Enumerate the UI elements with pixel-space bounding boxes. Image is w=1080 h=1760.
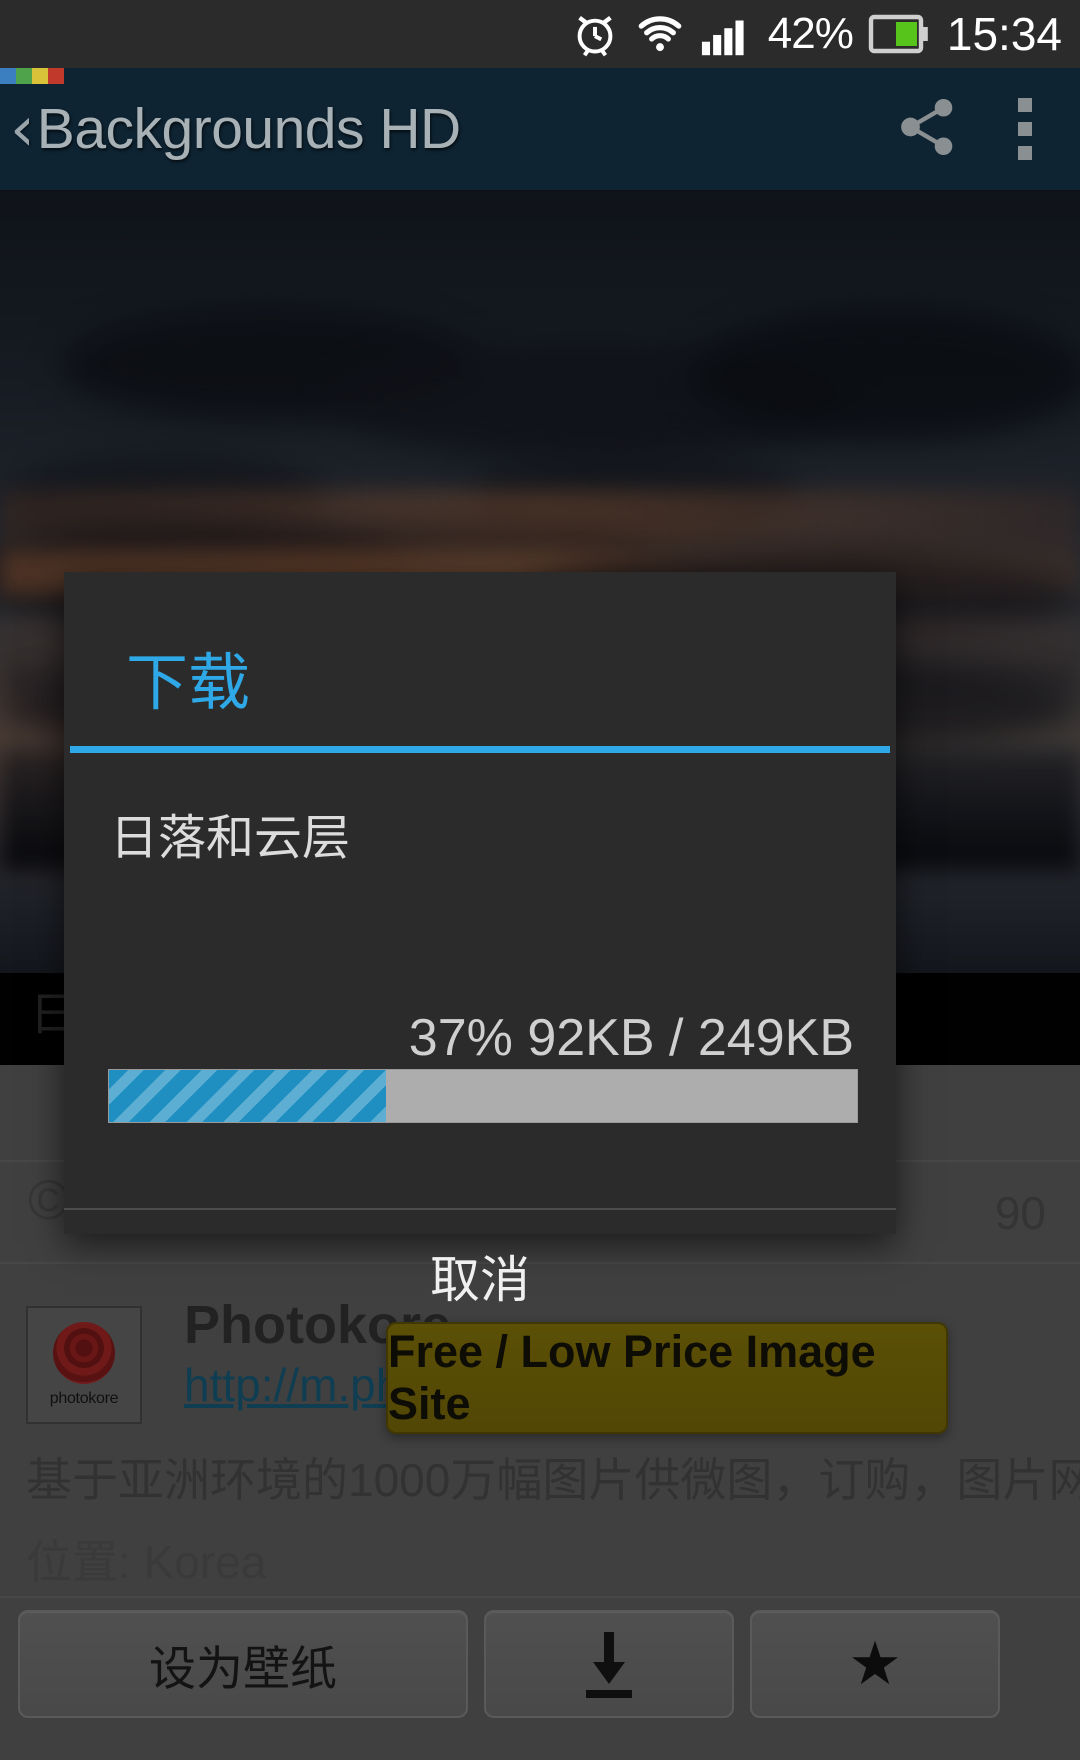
download-progress-bar bbox=[108, 1069, 858, 1123]
download-status-text: 37% 92KB / 249KB bbox=[408, 1009, 854, 1067]
dialog-body: 日落和云层 37% 92KB / 249KB bbox=[64, 753, 896, 1153]
dialog-filename: 日落和云层 bbox=[110, 810, 351, 866]
wifi-icon bbox=[634, 9, 686, 59]
page-title: Backgrounds HD bbox=[36, 97, 461, 161]
status-bar: 42% 15:34 bbox=[0, 0, 1080, 68]
battery-icon bbox=[867, 12, 929, 56]
status-clock: 15:34 bbox=[946, 8, 1062, 60]
dialog-cancel-label: 取消 bbox=[430, 1251, 530, 1309]
share-icon[interactable] bbox=[894, 94, 960, 165]
dialog-title: 下载 bbox=[126, 646, 251, 719]
cellular-signal-icon bbox=[700, 11, 754, 57]
dialog-cancel-button[interactable]: 取消 bbox=[64, 1210, 896, 1342]
phone-screen: 日 © 90 photokore Photokore http://m.phot… bbox=[0, 0, 1080, 1760]
color-strip bbox=[0, 68, 64, 84]
action-bar-actions bbox=[894, 94, 1080, 165]
download-progress-fill bbox=[109, 1070, 386, 1122]
action-bar: ‹ Backgrounds HD bbox=[0, 68, 1080, 190]
battery-percent: 42% bbox=[767, 9, 854, 58]
dialog-header: 下载 bbox=[64, 572, 896, 753]
overflow-menu-icon[interactable] bbox=[1018, 98, 1032, 160]
download-dialog: 下载 日落和云层 37% 92KB / 249KB 取消 bbox=[64, 572, 896, 1309]
back-button[interactable]: ‹ bbox=[10, 98, 35, 160]
alarm-clock-icon bbox=[570, 9, 620, 59]
dialog-accent-line bbox=[70, 746, 890, 753]
